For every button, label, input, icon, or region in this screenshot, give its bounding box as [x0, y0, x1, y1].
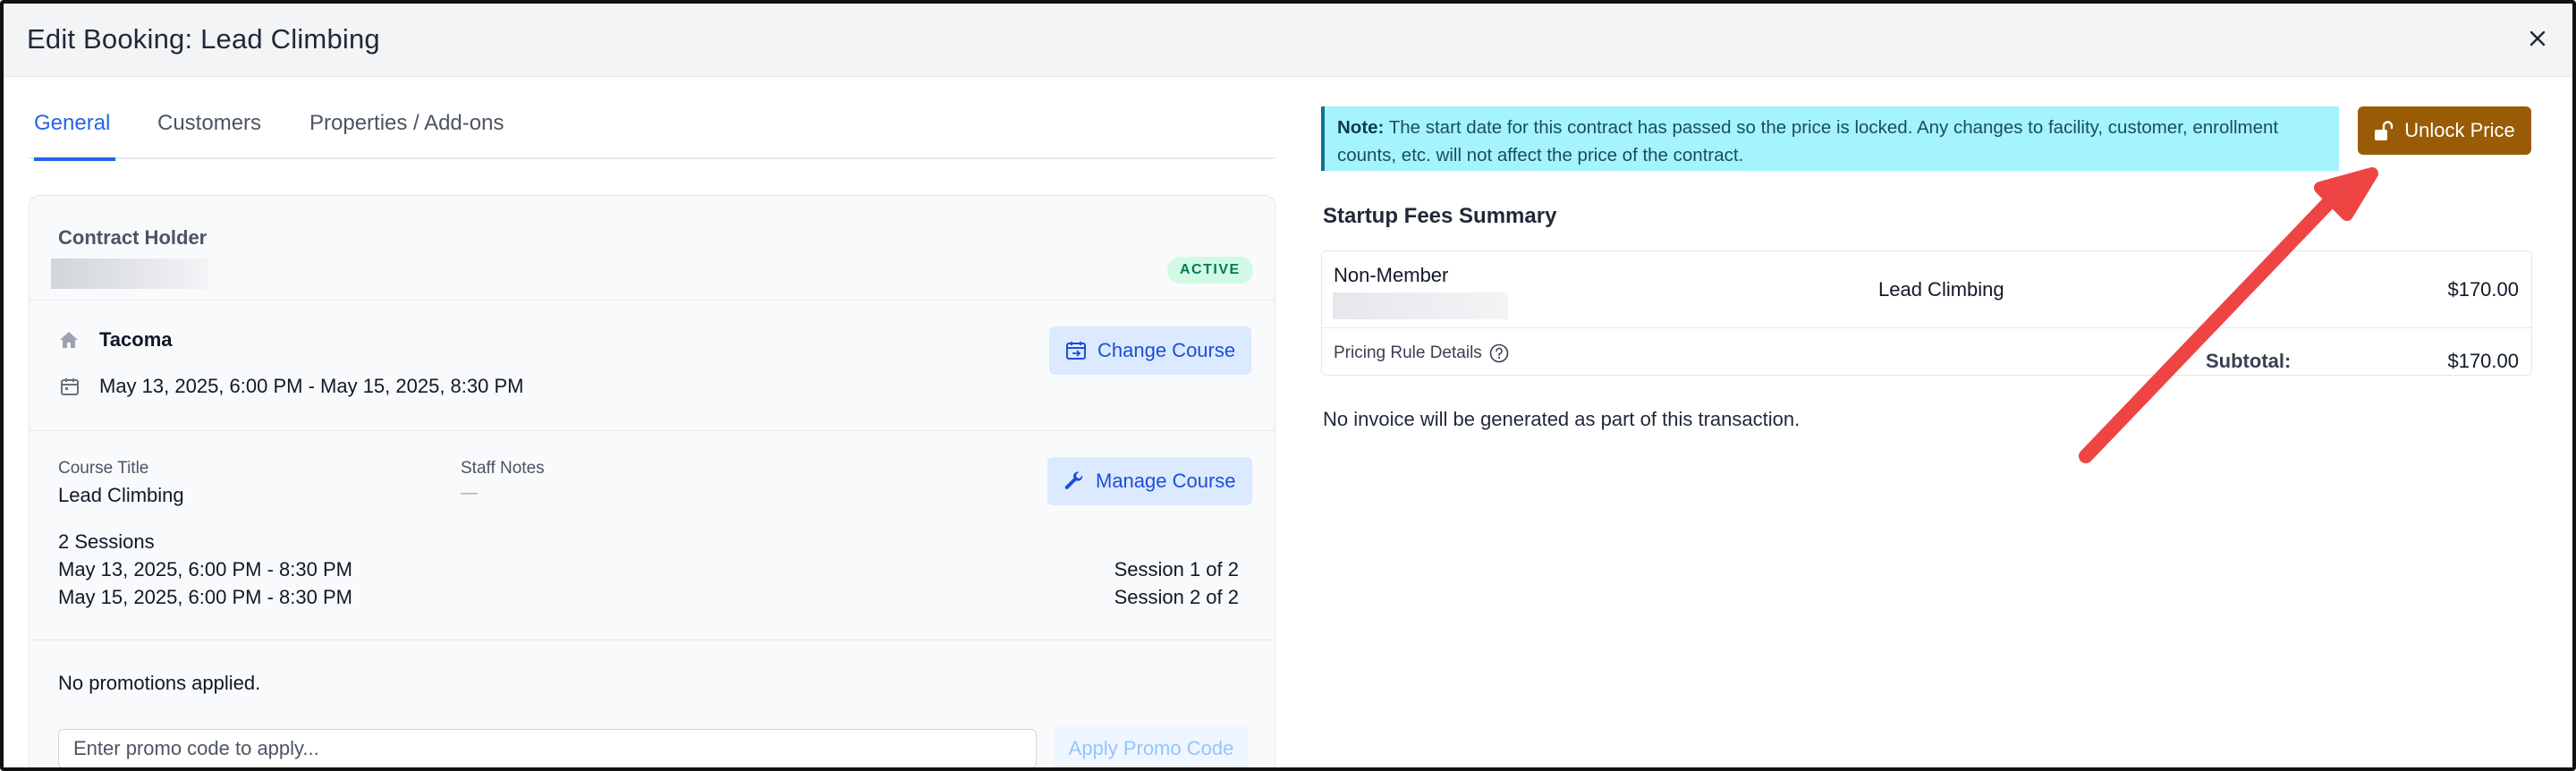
- modal-window: Edit Booking: Lead Climbing General Cust…: [0, 0, 2576, 771]
- promo-status: No promotions applied.: [58, 672, 261, 694]
- session-date: May 13, 2025, 6:00 PM - 8:30 PM: [58, 558, 352, 580]
- session-label: Session 1 of 2: [1114, 558, 1239, 580]
- tab-properties-addons[interactable]: Properties / Add-ons: [309, 111, 504, 159]
- unlock-icon: [2375, 121, 2394, 140]
- facility-location: Tacoma: [99, 328, 173, 351]
- fee-course-name: Lead Climbing: [1878, 278, 2004, 301]
- divider: [1322, 327, 2531, 328]
- startup-fees-heading: Startup Fees Summary: [1323, 204, 1557, 228]
- change-course-button[interactable]: Change Course: [1049, 326, 1252, 375]
- rate-name: Non-Member: [1334, 264, 1449, 286]
- staff-notes-label: Staff Notes: [461, 459, 545, 478]
- contract-holder-label: Contract Holder: [58, 226, 208, 249]
- tab-bar: General Customers Properties / Add-ons: [29, 104, 1275, 161]
- calendar-icon: [1066, 342, 1086, 360]
- fees-summary-table: Non-Member Lead Climbing $170.00 Pricing…: [1321, 250, 2532, 376]
- close-icon: [2529, 30, 2546, 47]
- fee-amount: $170.00: [2447, 278, 2519, 301]
- divider: [30, 430, 1275, 431]
- general-card: Contract Holder ACTIVE Tacoma May 13, 20…: [29, 195, 1275, 767]
- help-circle-icon[interactable]: [1489, 343, 1509, 363]
- staff-notes-value: —: [461, 484, 478, 503]
- price-locked-note: Note: The start date for this contract h…: [1321, 106, 2339, 171]
- status-badge: ACTIVE: [1167, 257, 1253, 284]
- subtotal-value: $170.00: [2447, 350, 2519, 372]
- tab-customers[interactable]: Customers: [157, 111, 261, 159]
- apply-promo-button[interactable]: Apply Promo Code: [1055, 725, 1248, 767]
- sessions-heading: 2 Sessions: [58, 530, 155, 553]
- session-label: Session 2 of 2: [1114, 586, 1239, 608]
- unlock-price-button[interactable]: Unlock Price: [2358, 106, 2531, 155]
- date-range: May 13, 2025, 6:00 PM - May 15, 2025, 8:…: [99, 375, 524, 397]
- wrench-icon: [1064, 471, 1083, 489]
- close-button[interactable]: [2522, 23, 2553, 54]
- manage-course-label: Manage Course: [1096, 470, 1236, 492]
- course-title-value: Lead Climbing: [58, 484, 184, 506]
- promo-code-input[interactable]: [58, 729, 1037, 767]
- tab-general[interactable]: General: [34, 111, 116, 161]
- change-course-label: Change Course: [1097, 339, 1236, 361]
- modal-header: Edit Booking: Lead Climbing: [4, 4, 2572, 77]
- note-prefix: Note:: [1337, 117, 1385, 138]
- pricing-rule-label: Pricing Rule Details: [1334, 343, 1482, 362]
- manage-course-button[interactable]: Manage Course: [1047, 457, 1252, 505]
- session-date: May 15, 2025, 6:00 PM - 8:30 PM: [58, 586, 352, 608]
- course-title-label: Course Title: [58, 459, 149, 478]
- pricing-rule-details-link[interactable]: Pricing Rule Details: [1334, 343, 1509, 363]
- subtotal-label: Subtotal:: [2206, 350, 2292, 372]
- calendar-icon: [61, 378, 79, 395]
- unlock-price-label: Unlock Price: [2404, 119, 2515, 141]
- modal-title: Edit Booking: Lead Climbing: [27, 23, 380, 55]
- divider: [30, 300, 1275, 301]
- invoice-note: No invoice will be generated as part of …: [1323, 408, 1801, 430]
- note-text: The start date for this contract has pas…: [1337, 117, 2279, 165]
- redacted-holder-name: [51, 258, 208, 289]
- home-icon: [60, 332, 78, 348]
- redacted-customer-name: [1333, 292, 1508, 319]
